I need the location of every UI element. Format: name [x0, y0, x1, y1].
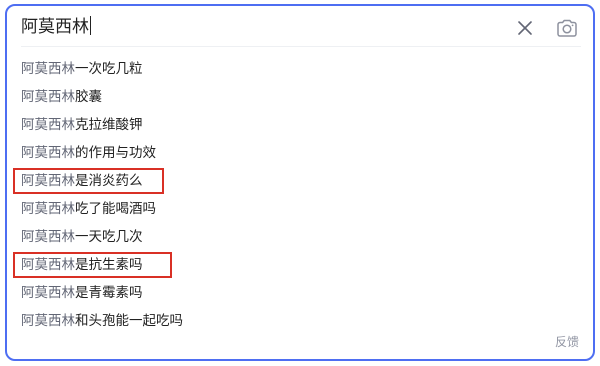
suggestion-item-highlighted[interactable]: 阿莫西林是消炎药么	[7, 167, 593, 195]
suggestion-query-part: 阿莫西林	[21, 61, 75, 77]
suggestion-query-part: 阿莫西林	[21, 145, 75, 161]
suggestion-item[interactable]: 阿莫西林的作用与功效	[7, 139, 593, 167]
suggestion-completion: 的作用与功效	[75, 145, 156, 161]
feedback-link[interactable]: 反馈	[555, 333, 579, 350]
clear-button[interactable]	[514, 17, 536, 39]
input-divider	[21, 46, 581, 47]
search-suggestion-box: 阿莫西林 阿莫西林一次吃几粒 阿莫西林胶囊 阿莫西林克拉维酸钾 阿莫西林的作用与…	[5, 4, 595, 361]
suggestion-item[interactable]: 阿莫西林吃了能喝酒吗	[7, 195, 593, 223]
image-search-button[interactable]	[555, 16, 579, 40]
suggestion-item-highlighted[interactable]: 阿莫西林是抗生素吗	[7, 251, 593, 279]
suggestion-query-part: 阿莫西林	[21, 313, 75, 329]
suggestion-item[interactable]: 阿莫西林一天吃几次	[7, 223, 593, 251]
camera-icon	[557, 19, 577, 37]
suggestion-completion: 一天吃几次	[75, 229, 143, 245]
suggestion-completion: 胶囊	[75, 89, 102, 105]
suggestion-completion: 是青霉素吗	[75, 285, 143, 301]
suggestion-query-part: 阿莫西林	[21, 117, 75, 133]
suggestion-query-part: 阿莫西林	[21, 201, 75, 217]
text-caret	[90, 16, 91, 35]
search-input-row[interactable]: 阿莫西林	[7, 6, 593, 48]
suggestion-completion: 是消炎药么	[75, 173, 143, 189]
suggestion-list: 阿莫西林一次吃几粒 阿莫西林胶囊 阿莫西林克拉维酸钾 阿莫西林的作用与功效 阿莫…	[7, 55, 593, 335]
suggestion-completion: 一次吃几粒	[75, 61, 143, 77]
suggestion-item[interactable]: 阿莫西林一次吃几粒	[7, 55, 593, 83]
suggestion-item[interactable]: 阿莫西林胶囊	[7, 83, 593, 111]
suggestion-item[interactable]: 阿莫西林克拉维酸钾	[7, 111, 593, 139]
search-input[interactable]: 阿莫西林	[21, 15, 91, 39]
suggestion-completion: 克拉维酸钾	[75, 117, 143, 133]
search-query-text: 阿莫西林	[21, 17, 89, 37]
suggestion-query-part: 阿莫西林	[21, 173, 75, 189]
suggestion-completion: 是抗生素吗	[75, 257, 143, 273]
suggestion-query-part: 阿莫西林	[21, 257, 75, 273]
close-icon	[518, 21, 532, 35]
suggestion-completion: 吃了能喝酒吗	[75, 201, 156, 217]
suggestion-query-part: 阿莫西林	[21, 229, 75, 245]
suggestion-query-part: 阿莫西林	[21, 285, 75, 301]
suggestion-query-part: 阿莫西林	[21, 89, 75, 105]
suggestion-item[interactable]: 阿莫西林和头孢能一起吃吗	[7, 307, 593, 335]
suggestion-completion: 和头孢能一起吃吗	[75, 313, 183, 329]
suggestion-item[interactable]: 阿莫西林是青霉素吗	[7, 279, 593, 307]
